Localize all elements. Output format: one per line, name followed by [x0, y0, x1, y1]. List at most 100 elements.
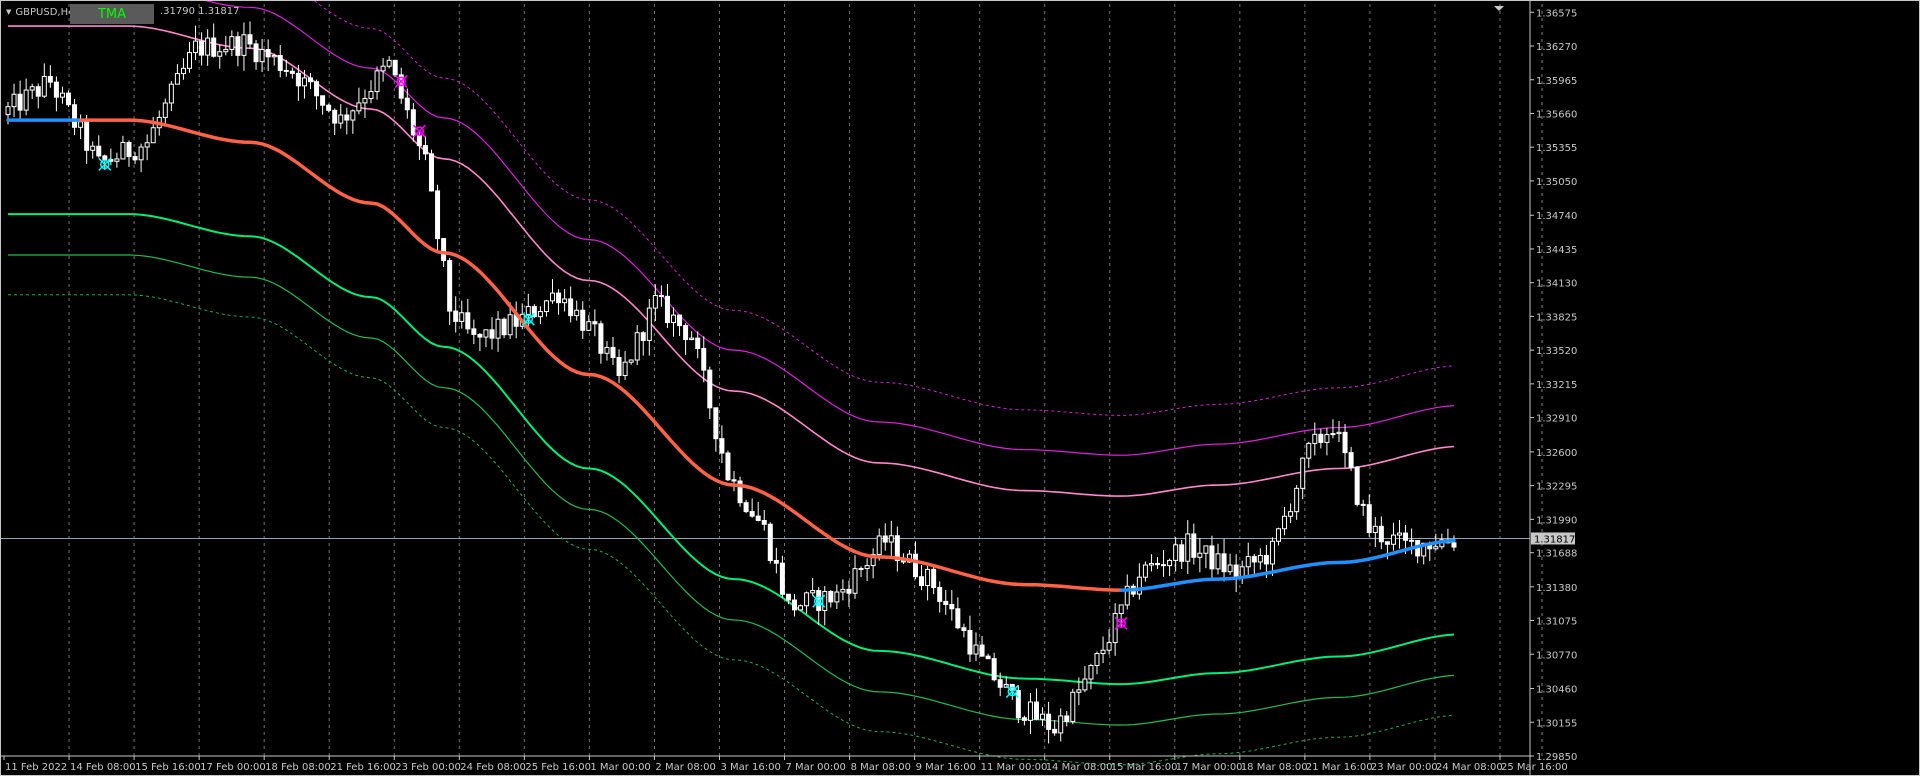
candle-body-bull: [459, 312, 465, 322]
candle-body-bear: [211, 37, 217, 57]
candle-body-bull: [1106, 642, 1112, 651]
candle-body-bear: [1451, 542, 1457, 548]
candle-body-bull: [689, 337, 695, 340]
candle-body-bear: [277, 55, 283, 71]
candle-body-bear: [126, 141, 132, 158]
menu-triangle-icon[interactable]: ▼: [6, 8, 11, 16]
candle-body-bear: [556, 292, 562, 304]
price-tick-label: 1.31380: [1536, 583, 1577, 594]
candle-body-bear: [677, 314, 683, 327]
candle-body-bear: [320, 95, 326, 106]
candle-body-bear: [967, 630, 973, 655]
candle-body-bull: [144, 142, 150, 148]
candle-body-bear: [785, 593, 791, 601]
candle-body-bull: [1294, 487, 1300, 513]
candle-body-bear: [17, 93, 23, 111]
candle-body-bear: [283, 69, 289, 72]
time-tick-label: 21 Feb 16:00: [330, 762, 396, 773]
candle-body-bear: [253, 43, 259, 63]
candle-body-bull: [223, 48, 229, 53]
candle-body-bull: [804, 592, 810, 607]
candle-body-bull: [1306, 442, 1312, 459]
candle-body-bear: [592, 321, 598, 325]
candle-body-bear: [471, 328, 477, 335]
candle-body-bear: [295, 72, 301, 87]
price-tick-label: 1.31688: [1536, 549, 1577, 560]
candle-body-bear: [235, 36, 241, 56]
ohlc-readout: .31790 1.31817: [160, 6, 240, 17]
price-tick-label: 1.33215: [1536, 380, 1577, 391]
price-tick-label: 1.30770: [1536, 650, 1577, 661]
candle-body-bear: [731, 479, 737, 482]
candle-body-bear: [1354, 466, 1360, 505]
candle-body-bear: [199, 40, 205, 56]
candle-body-bull: [174, 73, 180, 85]
time-tick-label: 11 Feb 2022: [5, 762, 67, 773]
candle-body-bear: [84, 121, 90, 151]
time-tick-label: 2 Mar 08:00: [655, 762, 715, 773]
candle-body-bull: [41, 76, 47, 97]
buy-signal-icon: [521, 312, 535, 326]
price-tick-label: 1.35355: [1536, 143, 1577, 154]
candle-body-bear: [392, 59, 398, 76]
candle-body-bull: [1372, 525, 1378, 534]
candle-body-bear: [1348, 452, 1354, 468]
candle-body-bear: [616, 356, 622, 376]
candle-body-bull: [1269, 540, 1275, 565]
candle-body-bull: [1312, 433, 1318, 444]
candle-body-bull: [1245, 556, 1251, 568]
candle-body-bull: [1173, 544, 1179, 561]
candle-body-bear: [416, 134, 422, 147]
candle: [1070, 688, 1076, 725]
candle-body-bear: [568, 298, 574, 317]
candle-body-bear: [943, 600, 949, 606]
buy-signal-icon: [812, 594, 826, 608]
candle-body-bear: [1233, 564, 1239, 578]
candle: [767, 522, 773, 564]
candle-body-bear: [465, 312, 471, 330]
candle-body-bull: [78, 121, 84, 128]
candle-body-bull: [1282, 515, 1288, 530]
candle-body-bull: [1076, 689, 1082, 693]
price-chart[interactable]: 1.36575 1.36270 1.35965 1.35660 1.35355 1.350…: [0, 0, 1920, 776]
candle-body-bull: [386, 59, 392, 67]
candle-body-bear: [435, 190, 441, 240]
candle-body-bull: [1094, 653, 1100, 666]
candle-body-bear: [1409, 539, 1415, 542]
candle-body-bull: [671, 314, 676, 324]
candle-body-bull: [810, 590, 816, 594]
candle-body-bear: [308, 77, 313, 83]
candle-body-bear: [53, 81, 59, 98]
candle-body-bull: [120, 141, 126, 160]
candle-body-bull: [834, 591, 840, 603]
candle-body-bear: [640, 332, 646, 341]
candle-body-bear: [725, 452, 731, 481]
price-tick-label: 1.31075: [1536, 617, 1577, 628]
candle-body-bull: [193, 40, 199, 54]
candle-body-bear: [404, 97, 410, 111]
candle-body-bull: [380, 65, 386, 72]
candle-body-bull: [1227, 564, 1233, 573]
candle-body-bull: [622, 361, 628, 376]
tma-indicator-button[interactable]: TMA: [70, 4, 154, 24]
bid-price-label: 1.31817: [1534, 534, 1575, 545]
candle-body-bull: [1257, 554, 1263, 563]
candle-body-bear: [314, 81, 320, 97]
candle-body-bull: [1070, 691, 1076, 722]
chart-background: [0, 0, 1920, 776]
candle-body-bear: [683, 325, 689, 340]
candle-body-bear: [882, 535, 888, 543]
candle-body-bull: [1276, 528, 1281, 542]
price-tick-label: 1.34435: [1536, 245, 1577, 256]
candle-body-bear: [755, 515, 761, 521]
price-tick-label: 1.31990: [1536, 515, 1577, 526]
candle-body-bull: [1167, 559, 1173, 567]
candle-body-bull: [150, 127, 156, 144]
candle-body-bull: [241, 34, 247, 56]
candle-body-bear: [919, 576, 925, 587]
candle-body-bear: [477, 333, 483, 338]
time-tick-label: 15 Mar 16:00: [1111, 762, 1178, 773]
candle-body-bull: [925, 568, 931, 587]
candle-body-bull: [562, 298, 568, 304]
candle-body-bull: [652, 294, 658, 309]
